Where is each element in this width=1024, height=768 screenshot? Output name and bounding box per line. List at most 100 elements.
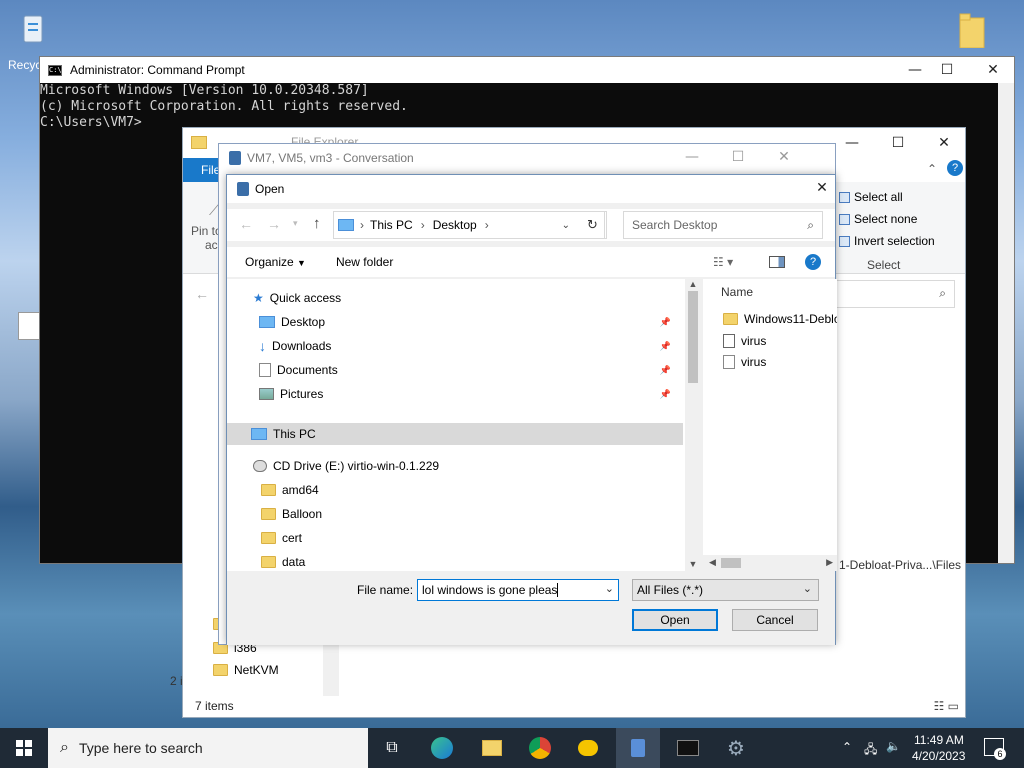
search-placeholder: Search Desktop bbox=[632, 218, 718, 232]
chevron-down-icon[interactable]: ⌄ bbox=[605, 582, 614, 595]
preview-pane-icon[interactable] bbox=[769, 256, 785, 268]
nav-item-cd-drive[interactable]: CD Drive (E:) virtio-win-0.1.229 bbox=[253, 455, 439, 477]
chat-app-icon[interactable] bbox=[576, 736, 600, 760]
close-icon[interactable]: ✕ bbox=[970, 57, 1016, 83]
chevron-down-icon[interactable]: ⌄ bbox=[562, 220, 570, 231]
file-explorer-icon[interactable] bbox=[480, 736, 504, 760]
view-options-icon[interactable]: ☷ ▾ bbox=[713, 255, 733, 269]
new-folder-button[interactable]: New folder bbox=[336, 255, 393, 269]
background-window-status: 2 i bbox=[170, 674, 183, 688]
pictures-icon bbox=[259, 388, 274, 400]
cmd-line: Microsoft Windows [Version 10.0.20348.58… bbox=[40, 83, 369, 98]
folder-icon bbox=[261, 508, 276, 520]
cancel-button[interactable]: Cancel bbox=[732, 609, 818, 631]
file-row[interactable]: Windows11-Debloat bbox=[723, 309, 837, 329]
nav-item-balloon[interactable]: Balloon bbox=[261, 503, 322, 525]
network-icon[interactable]: 🖧 bbox=[864, 740, 877, 761]
chrome-icon[interactable] bbox=[528, 736, 552, 760]
breadcrumb-desktop[interactable]: Desktop bbox=[433, 218, 477, 232]
recycle-bin-icon[interactable] bbox=[18, 12, 48, 50]
file-name-label: File name: bbox=[357, 583, 414, 597]
volume-icon[interactable]: 🔈 bbox=[886, 739, 901, 753]
recent-locations-icon[interactable]: ▾ bbox=[293, 218, 298, 229]
open-file-dialog[interactable]: Open ✕ ← → ▾ ↑ › This PC › Desktop › ⌄ ↻… bbox=[226, 174, 837, 645]
up-arrow-icon[interactable]: ↑ bbox=[313, 215, 321, 232]
scrollbar-thumb[interactable] bbox=[688, 291, 698, 383]
open-dialog-commandbar: Organize ▼ New folder ☷ ▾ ? bbox=[227, 247, 835, 277]
horizontal-scrollbar[interactable]: ◀ ▶ bbox=[703, 555, 837, 571]
select-all-button[interactable]: Select all bbox=[839, 190, 903, 204]
navigation-pane[interactable]: ★ Quick access Desktop 📌 ↓ Downloads 📌 Docum… bbox=[227, 279, 697, 571]
file-list-pane[interactable]: Name Windows11-Debloat virus virus ◀ ▶ bbox=[703, 279, 837, 571]
cmd-titlebar[interactable]: C:\ Administrator: Command Prompt — ☐ ✕ bbox=[40, 57, 1014, 83]
settings-gear-icon[interactable]: ⚙ bbox=[724, 736, 748, 760]
close-icon[interactable]: ✕ bbox=[799, 175, 845, 201]
cmd-output[interactable]: Microsoft Windows [Version 10.0.20348.58… bbox=[40, 83, 1014, 131]
cmd-scrollbar[interactable] bbox=[998, 83, 1014, 563]
search-icon: ⌕ bbox=[60, 739, 69, 756]
refresh-icon[interactable]: ↻ bbox=[579, 211, 607, 239]
nav-item-downloads[interactable]: ↓ Downloads 📌 bbox=[259, 335, 685, 357]
nav-item-documents[interactable]: Documents 📌 bbox=[259, 359, 685, 381]
nav-item-cert[interactable]: cert bbox=[261, 527, 302, 549]
chevron-down-icon[interactable]: ▼ bbox=[685, 559, 701, 569]
close-icon[interactable]: ✕ bbox=[921, 130, 967, 156]
close-icon[interactable]: ✕ bbox=[761, 144, 807, 170]
explorer-path-tail: 1-Debloat-Priva...\Files bbox=[839, 558, 962, 572]
search-input[interactable]: Search Desktop ⌕ bbox=[623, 211, 823, 239]
nav-item-quick-access[interactable]: ★ Quick access bbox=[253, 287, 341, 309]
file-name-value: lol windows is gone pleas bbox=[422, 583, 558, 597]
file-row[interactable]: virus bbox=[723, 352, 766, 372]
conversation-titlebar[interactable]: VM7, VM5, vm3 - Conversation — ☐ ✕ bbox=[219, 144, 835, 172]
explorer-search-box[interactable]: ⌕ bbox=[833, 280, 955, 308]
breadcrumb-this-pc[interactable]: This PC bbox=[370, 218, 413, 232]
select-none-button[interactable]: Select none bbox=[839, 212, 917, 226]
edge-browser-icon[interactable] bbox=[430, 736, 454, 760]
select-all-label: Select all bbox=[854, 190, 903, 204]
file-type-select[interactable]: All Files (*.*) ⌄ bbox=[632, 579, 819, 601]
open-button[interactable]: Open bbox=[632, 609, 718, 631]
file-row[interactable]: virus bbox=[723, 331, 766, 351]
windows-start-icon[interactable] bbox=[12, 736, 36, 760]
list-item[interactable]: NetKVM bbox=[213, 660, 297, 680]
column-header-name[interactable]: Name bbox=[721, 285, 753, 299]
nav-item-pictures[interactable]: Pictures 📌 bbox=[259, 383, 685, 405]
folder-icon bbox=[213, 664, 228, 676]
open-dialog-titlebar[interactable]: Open ✕ bbox=[227, 175, 835, 203]
nav-item-label: CD Drive (E:) virtio-win-0.1.229 bbox=[273, 459, 440, 473]
tab-file[interactable]: File bbox=[183, 158, 221, 182]
organize-button[interactable]: Organize ▼ bbox=[245, 255, 306, 269]
nav-item-this-pc[interactable]: This PC bbox=[227, 423, 683, 445]
navigation-scrollbar[interactable]: ▲ ▼ bbox=[685, 279, 701, 571]
invert-selection-button[interactable]: Invert selection bbox=[839, 234, 935, 248]
maximize-icon[interactable]: ☐ bbox=[715, 144, 761, 170]
maximize-icon[interactable]: ☐ bbox=[875, 130, 921, 156]
desktop-folder-icon[interactable] bbox=[958, 12, 986, 49]
command-prompt-icon[interactable] bbox=[676, 736, 700, 760]
clock-time[interactable]: 11:49 AM bbox=[914, 733, 964, 747]
chevron-up-icon[interactable]: ▲ bbox=[685, 279, 701, 289]
view-icons[interactable]: ☷ ▭ bbox=[934, 699, 959, 713]
scrollbar-thumb[interactable] bbox=[721, 558, 741, 568]
chevron-up-icon[interactable]: ⌃ bbox=[842, 740, 852, 754]
nav-item-data[interactable]: data bbox=[261, 551, 305, 571]
task-view-icon[interactable]: ⧉ bbox=[380, 736, 404, 760]
help-icon[interactable]: ? bbox=[947, 160, 963, 176]
back-arrow-icon[interactable]: ← bbox=[239, 216, 253, 232]
taskbar-search-box[interactable]: ⌕ Type here to search bbox=[48, 728, 368, 768]
notification-count-badge: 6 bbox=[994, 748, 1006, 760]
forward-arrow-icon[interactable]: → bbox=[267, 216, 281, 232]
maximize-icon[interactable]: ☐ bbox=[924, 57, 970, 83]
nav-item-amd64[interactable]: amd64 bbox=[261, 479, 319, 501]
help-icon[interactable]: ? bbox=[805, 254, 821, 270]
minimize-icon[interactable]: — bbox=[669, 144, 715, 170]
chevron-right-icon[interactable]: ▶ bbox=[826, 557, 833, 568]
address-bar[interactable]: › This PC › Desktop › ⌄ bbox=[333, 211, 605, 239]
nav-item-desktop[interactable]: Desktop 📌 bbox=[259, 311, 685, 333]
back-arrow-icon[interactable]: ← bbox=[195, 286, 209, 302]
chevron-left-icon[interactable]: ◀ bbox=[709, 557, 716, 568]
conversation-app-icon[interactable] bbox=[626, 736, 650, 760]
file-name-input[interactable]: lol windows is gone pleas ⌄ bbox=[417, 579, 619, 601]
chevron-up-icon[interactable]: ⌃ bbox=[927, 162, 937, 176]
clock-date[interactable]: 4/20/2023 bbox=[912, 749, 965, 763]
